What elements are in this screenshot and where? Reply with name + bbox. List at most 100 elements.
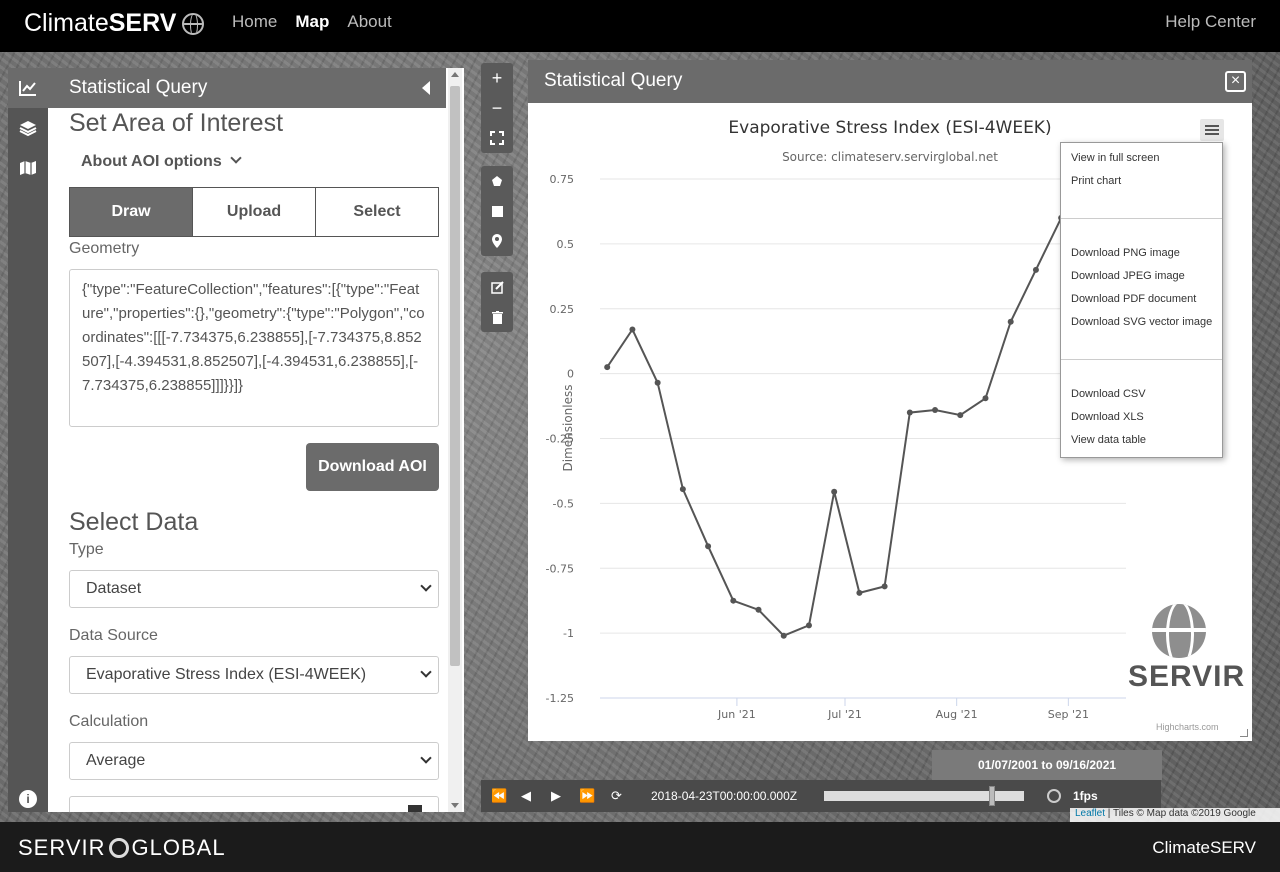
menu-download-jpeg[interactable]: Download JPEG image [1071,270,1185,282]
tab-select[interactable]: Select [315,188,438,236]
menu-divider [1061,218,1222,219]
y-tick-label: -1 [563,627,574,640]
draw-marker-button[interactable] [481,226,513,256]
chart-line-icon[interactable] [8,68,48,108]
speed-icon[interactable] [1047,789,1061,803]
scroll-thumb[interactable] [450,86,460,666]
data-point[interactable] [1032,266,1039,273]
main-nav: Home Map About [232,12,392,32]
nav-home[interactable]: Home [232,12,277,32]
scroll-up-icon[interactable] [451,72,459,77]
data-point[interactable] [629,326,636,333]
menu-download-xls[interactable]: Download XLS [1071,411,1144,423]
zoom-in-button[interactable]: + [481,63,513,93]
data-point[interactable] [780,632,787,639]
data-point[interactable] [906,409,913,416]
menu-download-csv[interactable]: Download CSV [1071,388,1146,400]
menu-download-pdf[interactable]: Download PDF document [1071,293,1196,305]
brand-prefix: Climate [24,9,109,37]
about-aoi-label: About AOI options [81,153,222,170]
data-point[interactable] [932,406,939,413]
layers-icon[interactable] [8,108,48,148]
data-point[interactable] [805,622,812,629]
nav-map[interactable]: Map [295,12,329,32]
brand-bold: SERV [108,9,177,37]
data-source-label: Data Source [69,627,158,644]
map-icon[interactable] [8,148,48,188]
data-source-select[interactable]: Evaporative Stress Index (ESI-4WEEK) [69,656,439,694]
data-point[interactable] [604,364,611,371]
chevron-down-icon [230,152,242,164]
leaflet-link[interactable]: Leaflet [1075,808,1105,819]
data-point[interactable] [705,543,712,550]
loop-icon[interactable]: ⟳ [611,788,622,804]
chevron-down-icon [420,666,432,678]
nav-about[interactable]: About [347,12,391,32]
data-point[interactable] [1007,318,1014,325]
data-point[interactable] [957,412,964,419]
download-aoi-button[interactable]: Download AOI [306,443,439,491]
draw-controls [481,166,513,256]
footer-logo-a: SERVIR [18,835,106,860]
type-select[interactable]: Dataset [69,570,439,608]
menu-download-svg[interactable]: Download SVG vector image [1071,316,1212,328]
about-aoi-toggle[interactable]: About AOI options [81,152,242,171]
skip-back-icon[interactable]: ⏪ [491,788,507,804]
menu-print-chart[interactable]: Print chart [1071,175,1121,187]
query-window-header[interactable]: Statistical Query × [528,60,1252,103]
marker-icon [492,234,502,248]
delete-layers-button[interactable] [481,302,513,332]
help-center-link[interactable]: Help Center [1165,12,1256,32]
time-slider-thumb[interactable] [989,786,995,806]
data-point[interactable] [831,488,838,495]
geometry-label: Geometry [69,240,140,257]
geometry-textarea[interactable]: {"type":"FeatureCollection","features":[… [69,269,439,427]
play-icon[interactable]: ▶ [551,788,561,804]
rectangle-icon [491,205,503,217]
servir-global-logo[interactable]: SERVIR GLOBAL [18,835,226,861]
data-point[interactable] [856,589,863,596]
start-date-input[interactable] [69,796,439,812]
data-point[interactable] [881,583,888,590]
close-button[interactable]: × [1225,71,1246,92]
collapse-panel-icon[interactable] [422,81,430,95]
y-tick-label: 0.25 [550,303,575,316]
tab-upload[interactable]: Upload [192,188,315,236]
chart-menu-button[interactable] [1200,119,1224,141]
tab-draw[interactable]: Draw [70,188,192,236]
brand-logo[interactable]: Climate SERV [24,9,205,38]
data-point[interactable] [982,395,989,402]
calculation-select[interactable]: Average [69,742,439,780]
select-data-heading: Select Data [69,508,199,536]
data-point[interactable] [730,597,737,604]
aoi-heading: Set Area of Interest [69,109,284,137]
menu-download-png[interactable]: Download PNG image [1071,247,1180,259]
data-point[interactable] [654,379,661,386]
highcharts-credit[interactable]: Highcharts.com [1156,722,1219,732]
panel-header: Statistical Query [48,68,446,108]
edit-layers-button[interactable] [481,272,513,302]
draw-polygon-button[interactable] [481,166,513,196]
data-point[interactable] [755,606,762,613]
menu-view-data-table[interactable]: View data table [1071,434,1146,446]
map-attribution: Leaflet | Tiles © Map data ©2019 Google [1070,808,1280,822]
current-timestamp: 2018-04-23T00:00:00.000Z [651,789,798,803]
sidebar-icon-strip: i [8,68,48,812]
footer: SERVIR GLOBAL ClimateSERV [0,822,1280,872]
time-slider[interactable] [824,786,1024,806]
resize-handle[interactable] [1240,729,1248,737]
draw-rectangle-button[interactable] [481,196,513,226]
x-tick-label: Sep '21 [1048,708,1089,721]
info-button[interactable]: i [8,778,48,818]
scroll-down-icon[interactable] [451,803,459,808]
panel-scrollbar[interactable] [448,68,462,812]
fullscreen-button[interactable] [481,123,513,153]
menu-view-fullscreen[interactable]: View in full screen [1071,152,1159,164]
footer-logo-b: GLOBAL [131,835,226,860]
chart-gridlines [600,178,1126,699]
step-back-icon[interactable]: ◀ [521,788,531,804]
data-point[interactable] [679,486,686,493]
expand-icon [490,131,504,145]
zoom-out-button[interactable]: − [481,93,513,123]
skip-forward-icon[interactable]: ⏩ [579,788,595,804]
